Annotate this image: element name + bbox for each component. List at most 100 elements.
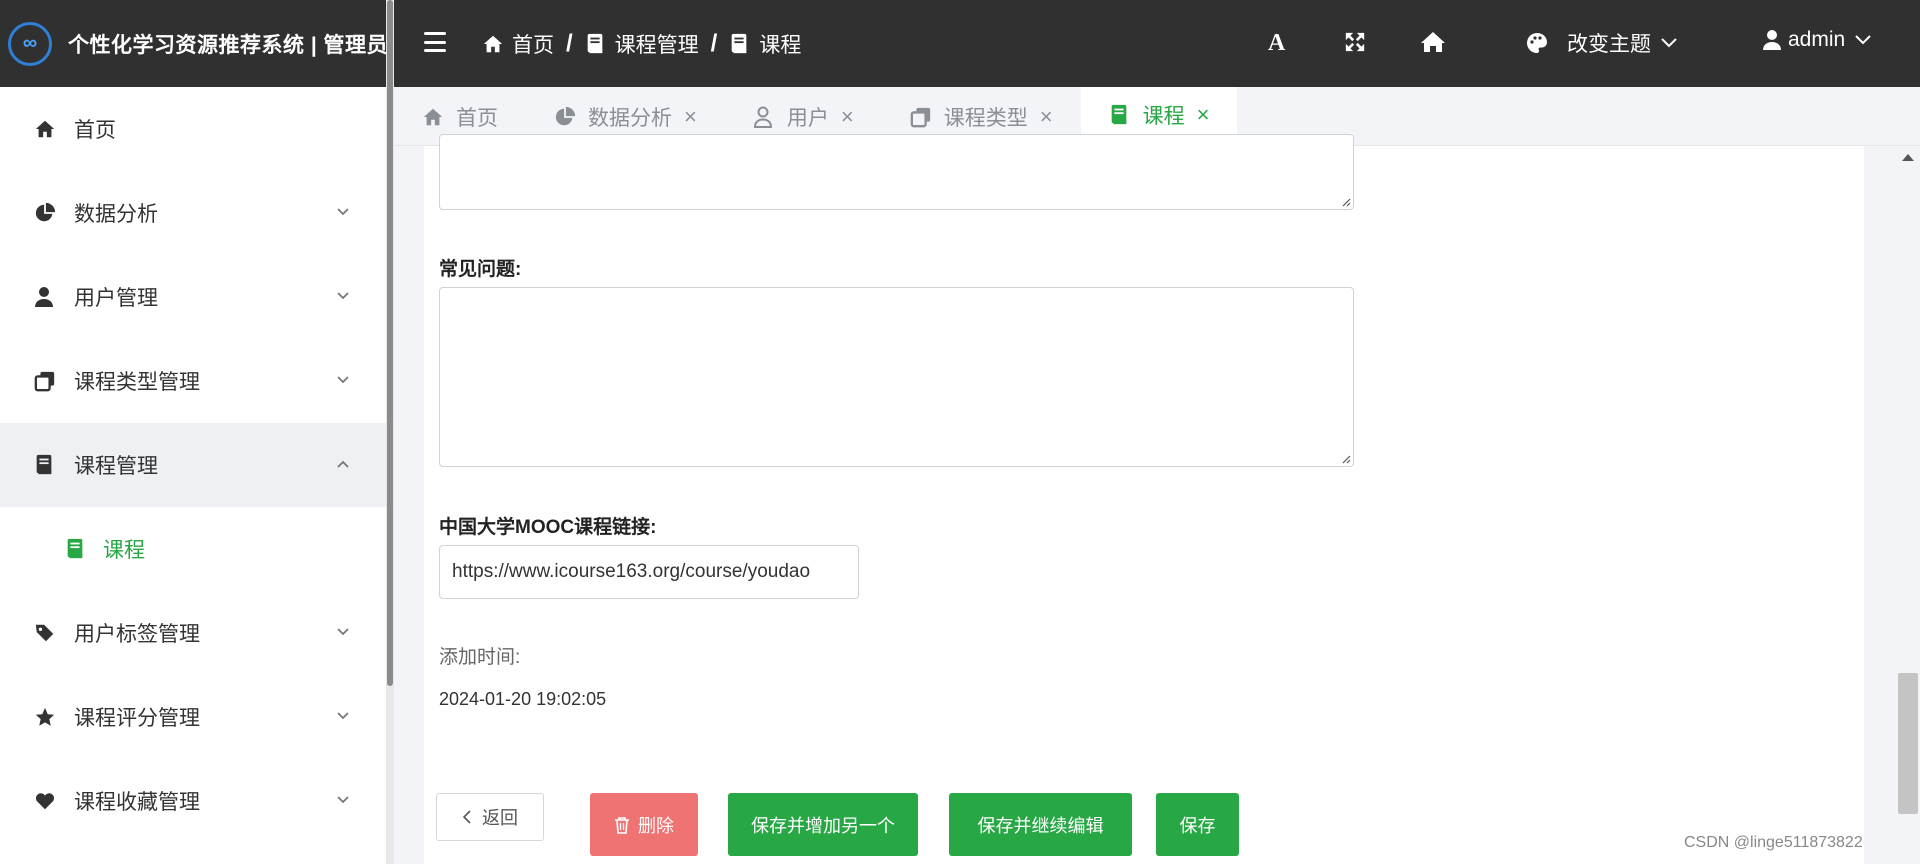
fullscreen-button[interactable] [1344, 31, 1366, 53]
user-icon [34, 286, 56, 308]
user-dropdown[interactable]: admin [1762, 28, 1871, 52]
breadcrumb: 首页 / 课程管理 / 课程 [482, 0, 801, 87]
palette-icon [1527, 33, 1547, 53]
trash-icon [615, 816, 629, 834]
resize-handle-icon[interactable] [1339, 195, 1351, 207]
added-time-value: 2024-01-20 19:02:05 [439, 689, 607, 709]
main-scrollbar[interactable] [1896, 146, 1920, 864]
sidebar-item-label: 课程类型管理 [74, 371, 200, 394]
previous-textarea[interactable] [439, 134, 1354, 210]
sidebar-item-course-mgmt[interactable]: 课程管理 [0, 423, 386, 507]
theme-label: 改变主题 [1567, 33, 1651, 56]
mooc-link-input[interactable] [439, 545, 859, 599]
sidebar-item-label: 数据分析 [74, 203, 158, 226]
close-icon[interactable]: × [841, 104, 854, 130]
chevron-down-icon [1661, 38, 1677, 48]
faq-textarea[interactable] [439, 287, 1354, 467]
star-icon [34, 706, 56, 728]
app-title: 个性化学习资源推荐系统 | 管理员 [68, 33, 389, 57]
breadcrumb-course[interactable]: 课程 [729, 29, 801, 59]
pie-chart-icon [34, 202, 56, 224]
sidebar-item-label: 课程管理 [74, 455, 158, 478]
chevron-down-icon [337, 292, 349, 300]
book-icon [34, 454, 56, 476]
expand-icon [1345, 32, 1365, 52]
heart-icon [34, 790, 56, 812]
chevron-up-icon [337, 460, 349, 468]
book-icon [585, 33, 607, 55]
chevron-down-icon [1855, 35, 1871, 45]
book-icon [65, 538, 85, 560]
sidebar-item-label: 课程 [103, 539, 145, 562]
main-scrollbar-thumb[interactable] [1898, 673, 1918, 814]
back-button[interactable]: 返回 [436, 793, 544, 841]
close-icon[interactable]: × [684, 104, 697, 130]
save-continue-button[interactable]: 保存并继续编辑 [949, 793, 1132, 856]
book-icon [729, 33, 751, 55]
user-label: admin [1788, 28, 1846, 51]
home-icon [422, 106, 444, 128]
sidebar-item-user-tags[interactable]: 用户标签管理 [0, 591, 386, 675]
sidebar-item-course-ratings[interactable]: 课程评分管理 [0, 675, 386, 759]
breadcrumb-separator: / [710, 29, 718, 57]
delete-button[interactable]: 删除 [590, 793, 698, 856]
pie-chart-icon [554, 106, 576, 128]
menu-toggle-icon[interactable] [424, 30, 446, 54]
sidebar-scrollbar[interactable] [386, 0, 394, 864]
copy-icon [34, 370, 56, 392]
user-outline-icon [753, 106, 775, 128]
main-content: 常见问题: 中国大学MOOC课程链接: 添加时间: 2024-01-20 19:… [394, 134, 1920, 864]
back-label: 返回 [482, 808, 518, 828]
tab-label: 首页 [456, 106, 498, 130]
sidebar-item-home[interactable]: 首页 [0, 87, 386, 171]
logo-area: ∞ 个性化学习资源推荐系统 | 管理员 [0, 0, 391, 87]
form-card: 常见问题: 中国大学MOOC课程链接: 添加时间: 2024-01-20 19:… [424, 134, 1864, 864]
chevron-down-icon [337, 796, 349, 804]
sidebar: 首页 数据分析 用户管理 课程类型管理 课程管理 课程 用户标签管理 课程评分管… [0, 87, 386, 864]
sidebar-item-course-types[interactable]: 课程类型管理 [0, 339, 386, 423]
tab-label: 课程类型 [943, 106, 1028, 130]
tab-label: 用户 [786, 106, 829, 130]
sidebar-item-course[interactable]: 课程 [0, 507, 386, 591]
sidebar-item-course-favorites[interactable]: 课程收藏管理 [0, 759, 386, 843]
user-icon [1763, 30, 1781, 50]
breadcrumb-home[interactable]: 首页 [482, 29, 554, 59]
close-icon[interactable]: × [1197, 102, 1210, 128]
added-time-label: 添加时间: [439, 647, 521, 668]
close-icon[interactable]: × [1040, 104, 1053, 130]
delete-label: 删除 [638, 815, 674, 836]
sidebar-item-label: 课程收藏管理 [74, 791, 200, 814]
breadcrumb-course-mgmt[interactable]: 课程管理 [585, 29, 699, 59]
mooc-link-label: 中国大学MOOC课程链接: [439, 517, 657, 538]
sidebar-item-label: 用户标签管理 [74, 623, 200, 646]
top-header: ∞ 个性化学习资源推荐系统 | 管理员 首页 / 课程管理 / 课程 A 改变主… [0, 0, 1920, 87]
breadcrumb-label: 课程管理 [614, 33, 699, 57]
sidebar-item-label: 用户管理 [74, 287, 158, 310]
breadcrumb-label: 课程 [759, 33, 802, 57]
chevron-left-icon [462, 810, 471, 824]
logo-icon: ∞ [8, 21, 52, 66]
tab-label: 课程 [1142, 105, 1185, 128]
breadcrumb-label: 首页 [512, 33, 554, 57]
theme-dropdown[interactable]: 改变主题 [1525, 28, 1677, 58]
home-icon [34, 118, 56, 140]
book-icon [1109, 104, 1131, 126]
home-button[interactable] [1420, 30, 1446, 54]
sidebar-item-label: 课程评分管理 [74, 707, 200, 730]
sidebar-item-label: 首页 [74, 119, 116, 142]
save-button[interactable]: 保存 [1156, 793, 1239, 856]
watermark: CSDN @linge511873822 [1684, 834, 1863, 851]
resize-handle-icon[interactable] [1339, 452, 1351, 464]
chevron-down-icon [337, 628, 349, 636]
sidebar-item-users[interactable]: 用户管理 [0, 255, 386, 339]
chevron-down-icon [337, 376, 349, 384]
copy-icon [910, 106, 932, 128]
breadcrumb-separator: / [566, 29, 573, 57]
home-icon [1421, 32, 1445, 52]
sidebar-scrollbar-thumb[interactable] [387, 0, 393, 686]
sidebar-item-analytics[interactable]: 数据分析 [0, 171, 386, 255]
scroll-up-arrow-icon[interactable] [1902, 154, 1914, 161]
font-size-button[interactable]: A [1268, 30, 1285, 57]
home-icon [482, 33, 504, 55]
save-add-another-button[interactable]: 保存并增加另一个 [728, 793, 918, 856]
